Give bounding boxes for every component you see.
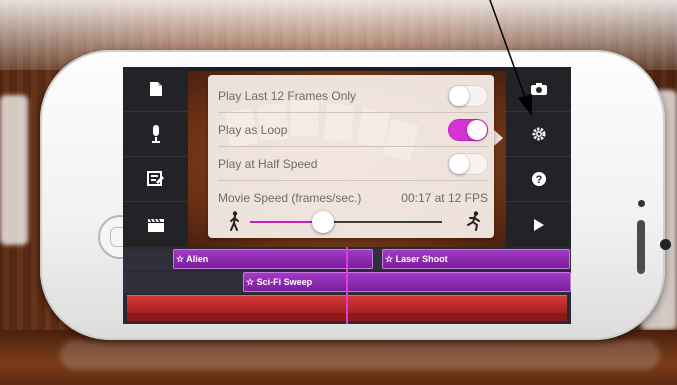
annotation-arrow	[489, 0, 532, 116]
